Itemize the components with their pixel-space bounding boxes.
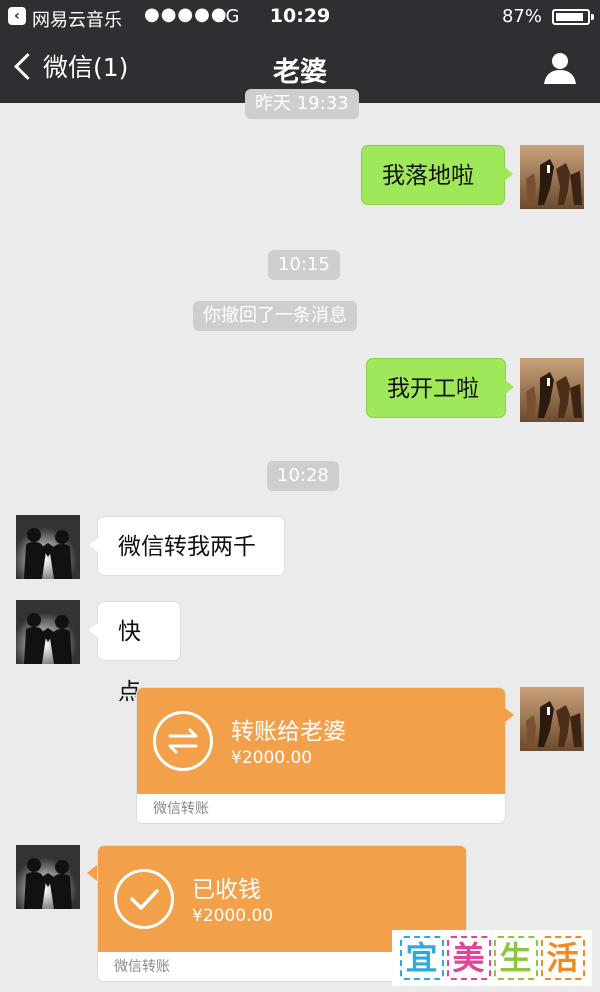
- my-avatar[interactable]: [520, 687, 584, 751]
- timestamp: 10:28: [267, 461, 339, 491]
- watermark-char: 美: [446, 936, 491, 980]
- my-avatar[interactable]: [520, 358, 584, 422]
- transfer-card-sent[interactable]: 转账给老婆 ¥2000.00 微信转账: [136, 687, 506, 824]
- battery-icon: [552, 9, 594, 25]
- timestamp: 10:15: [268, 250, 340, 280]
- timestamp: 昨天 19:33: [245, 89, 359, 119]
- transfer-amount: ¥2000.00: [192, 906, 274, 926]
- top-bar: ‹ 网易云音乐 ●●●●● 4G 10:29 87% 微信(1) 老婆: [0, 0, 600, 103]
- message-bubble-sent[interactable]: 我开工啦: [366, 358, 514, 418]
- back-label: 微信(1): [43, 53, 129, 82]
- bubble-tail: [504, 707, 514, 723]
- chat-area[interactable]: 昨天 19:33 我落地啦 10:15 你撤回了一条消息 我开工啦 10:28 …: [0, 89, 600, 992]
- transfer-footer: 微信转账: [153, 801, 209, 817]
- battery-percent: 87%: [501, 6, 542, 27]
- watermark-char: 宜: [399, 936, 444, 980]
- message-bubble-received[interactable]: 微信转我两千: [89, 516, 285, 576]
- bubble-tail: [87, 865, 97, 881]
- contact-avatar[interactable]: [16, 845, 80, 909]
- contact-avatar[interactable]: [16, 515, 80, 579]
- transfer-title: 转账给老婆: [231, 719, 346, 745]
- watermark-logo: 宜 美 生 活: [392, 930, 592, 986]
- transfer-amount: ¥2000.00: [231, 748, 313, 768]
- watermark-char: 生: [493, 936, 538, 980]
- system-notice: 你撤回了一条消息: [193, 301, 357, 331]
- my-avatar[interactable]: [520, 145, 584, 209]
- checkmark-icon: [114, 869, 174, 929]
- contact-avatar[interactable]: [16, 600, 80, 664]
- watermark-char: 活: [540, 936, 585, 980]
- transfer-arrows-icon: [153, 711, 213, 771]
- message-bubble-sent[interactable]: 我落地啦: [361, 145, 513, 205]
- chevron-left-icon: [14, 52, 41, 80]
- back-button[interactable]: 微信(1): [12, 48, 128, 84]
- transfer-title: 已收钱: [192, 877, 261, 903]
- status-bar: ‹ 网易云音乐 ●●●●● 4G 10:29 87%: [0, 0, 600, 34]
- profile-icon[interactable]: [542, 50, 578, 86]
- message-bubble-received[interactable]: 快点: [89, 601, 181, 705]
